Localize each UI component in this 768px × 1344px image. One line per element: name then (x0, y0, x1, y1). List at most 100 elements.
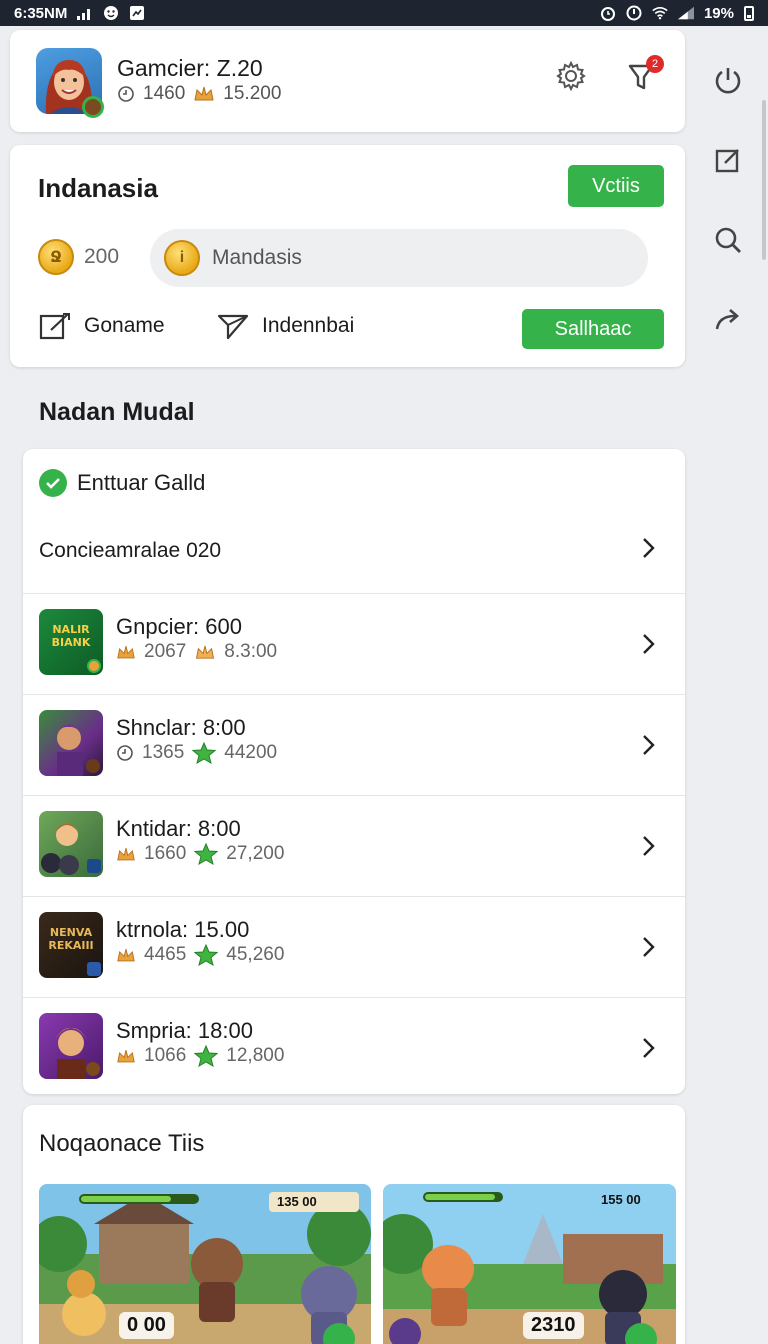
goname-action[interactable]: Goname (38, 311, 165, 341)
item-stat-1: 4465 (144, 944, 187, 965)
list-item[interactable]: NENVA REKAIII ktrnola: 15.00 4465 45,260 (23, 896, 685, 997)
face-notification-icon (103, 5, 119, 21)
profile-stats: 1460 15.200 (117, 83, 281, 105)
search-input[interactable]: i Mandasis (150, 229, 648, 287)
coin-balance: Ջ 200 (38, 239, 119, 275)
goname-label: Goname (84, 314, 165, 337)
status-time: 6:35NM (14, 4, 68, 22)
indennbai-label: Indennbai (262, 314, 355, 337)
indennbai-action[interactable]: Indennbai (216, 311, 354, 341)
profile-card: Gamcier: Z.20 1460 15.200 2 (10, 30, 685, 132)
tips-title: Noqaonace Tiis (39, 1130, 205, 1157)
crown-icon (194, 86, 214, 101)
game-list-card: Enttuar Galld Concieamralae 020 NALIR BI… (23, 449, 685, 1094)
item-stats: 1365 44200 (116, 742, 277, 764)
indanasia-card: Indanasia Vctiis Ջ 200 i Mandasis Goname… (10, 145, 685, 367)
clock-icon (117, 745, 133, 761)
hud-label: 155 00 (601, 1192, 641, 1207)
send-icon (217, 314, 249, 340)
list-item[interactable]: Smpria: 18:00 1066 12,800 (23, 997, 685, 1098)
clock-icon (118, 86, 134, 102)
star-icon (194, 843, 219, 865)
list-subheader[interactable]: Concieamralae 020 (39, 539, 221, 563)
notification-badge: 2 (646, 55, 664, 73)
score-label: 2310 (523, 1312, 584, 1339)
profile-name: Gamcier: Z.20 (117, 55, 263, 81)
votes-button[interactable]: Vctiis (568, 165, 664, 207)
scrollbar[interactable] (762, 100, 766, 260)
indanasia-title: Indanasia (38, 173, 158, 203)
battery-percent: 19% (703, 4, 734, 22)
signal-icon (77, 5, 93, 21)
chevron-right-icon[interactable] (641, 537, 655, 559)
share-arrow-icon (715, 309, 739, 330)
list-item[interactable]: NALIR BIANK Gnpcier: 600 2067 8.3:00 (23, 593, 685, 694)
coin-icon: Ջ (38, 239, 74, 275)
status-bar: 6:35NM 19% (0, 0, 768, 26)
search-placeholder: Mandasis (212, 246, 302, 269)
crown-icon (196, 645, 215, 659)
star-icon (194, 944, 219, 966)
app-notification-icon (129, 5, 145, 21)
crown-icon (117, 847, 135, 860)
item-stats: 4465 45,260 (116, 944, 284, 966)
item-stat-2: 27,200 (226, 843, 285, 864)
settings-button[interactable] (555, 60, 587, 92)
chevron-right-icon (643, 836, 655, 856)
game-screenshot[interactable]: 2310 155 00 (383, 1184, 676, 1344)
chevron-right-icon (643, 735, 655, 755)
list-item[interactable]: Kntidar: 8:00 1660 27,200 (23, 795, 685, 896)
list-header-label: Enttuar Galld (77, 470, 206, 495)
item-title: Gnpcier: 600 (116, 614, 242, 639)
list-header: Enttuar Galld (39, 469, 205, 497)
game-thumbnail (39, 1013, 103, 1079)
item-stats: 1066 12,800 (116, 1045, 284, 1067)
item-stat-1: 2067 (144, 641, 187, 662)
power-button[interactable] (700, 40, 756, 120)
game-screenshot[interactable]: 0 00 135 00 (39, 1184, 371, 1344)
item-stat-1: 1066 (144, 1045, 187, 1066)
edit-icon (715, 149, 739, 173)
game-thumbnail (39, 811, 103, 877)
search-icon (715, 227, 741, 253)
info-coin-icon: i (164, 240, 200, 276)
tips-card: Noqaonace Tiis 0 00 135 00 2310 155 00 (23, 1105, 685, 1344)
chevron-right-icon (643, 937, 655, 957)
level-badge (82, 96, 104, 118)
item-title: Shnclar: 8:00 (116, 715, 246, 740)
wifi-icon (652, 5, 668, 21)
game-thumbnail: NALIR BIANK (39, 609, 103, 675)
crown-icon (117, 645, 135, 658)
chevron-right-icon (643, 1038, 655, 1058)
thumbnail-text: NALIR BIANK (51, 623, 91, 649)
game-thumbnail (39, 710, 103, 776)
edit-square-icon (39, 313, 70, 340)
dnd-icon (626, 5, 642, 21)
edit-button[interactable] (700, 120, 756, 200)
item-stat-2: 44200 (224, 742, 278, 763)
gear-icon (556, 60, 586, 92)
thumbnail-text: NENVA REKAIII (48, 926, 94, 952)
check-circle-icon (39, 469, 67, 497)
item-title: ktrnola: 15.00 (116, 917, 250, 942)
item-stat-2: 8.3:00 (224, 641, 278, 662)
crown-icon (117, 948, 135, 961)
section-title: Nadan Mudal (39, 398, 195, 426)
search-button[interactable] (700, 200, 756, 280)
chevron-right-icon (643, 634, 655, 654)
battery-icon (744, 5, 754, 21)
profile-stat-1: 1460 (143, 83, 186, 104)
sallhaac-button[interactable]: Sallhaac (522, 309, 664, 349)
alarm-icon (600, 5, 616, 21)
item-stat-2: 12,800 (226, 1045, 285, 1066)
item-stat-1: 1365 (142, 742, 185, 763)
star-icon (192, 742, 217, 764)
profile-stat-2: 15.200 (223, 83, 282, 104)
item-stats: 2067 8.3:00 (116, 641, 277, 663)
right-rail (700, 40, 760, 360)
share-button[interactable] (700, 280, 756, 360)
item-title: Kntidar: 8:00 (116, 816, 241, 841)
list-item[interactable]: Shnclar: 8:00 1365 44200 (23, 694, 685, 795)
crown-icon (117, 1049, 135, 1062)
cell-signal-icon (677, 5, 694, 21)
